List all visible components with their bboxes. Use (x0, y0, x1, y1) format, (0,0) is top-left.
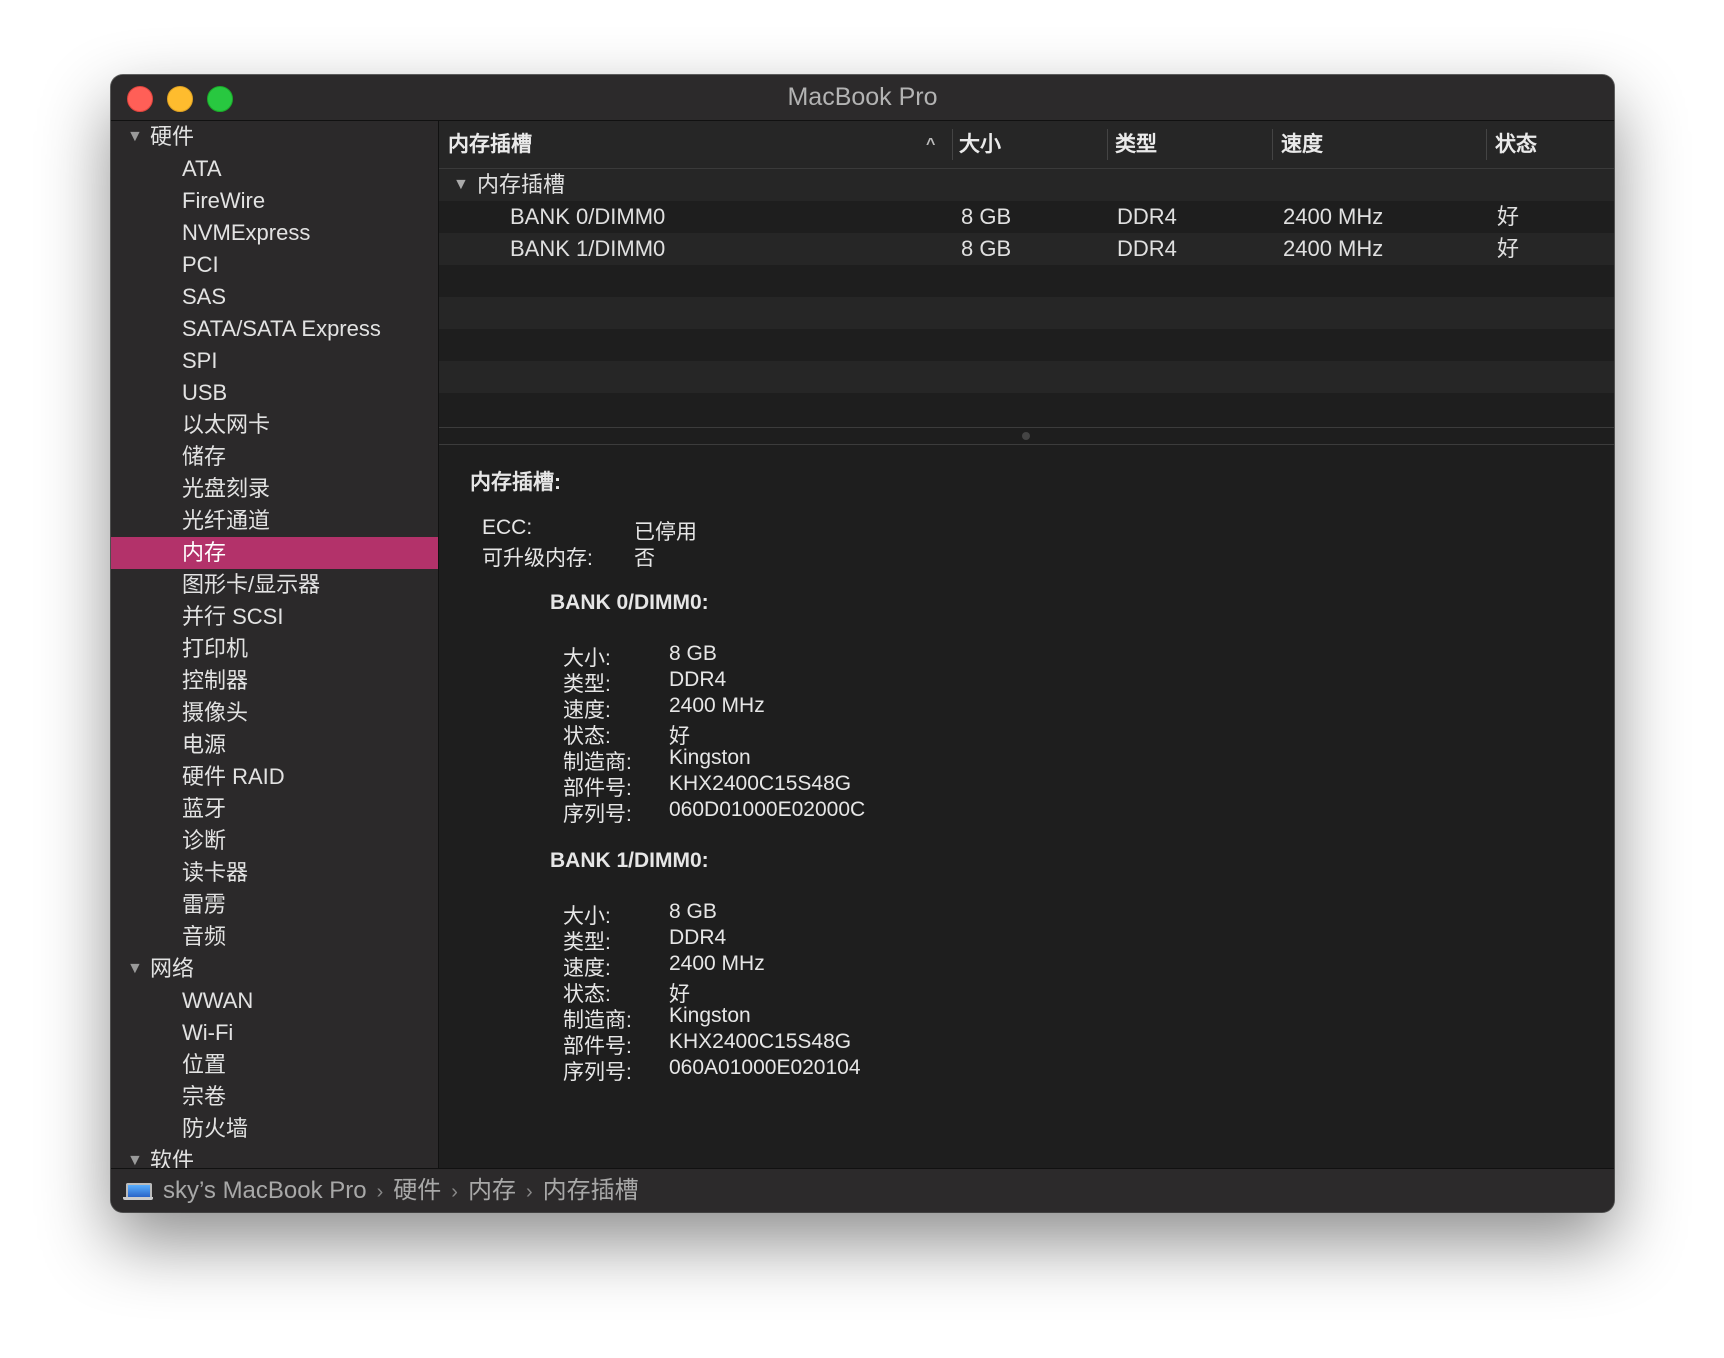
window-title: MacBook Pro (787, 83, 938, 111)
bank0-part-value: KHX2400C15S48G (669, 772, 852, 795)
bank1-size-value: 8 GB (669, 900, 717, 923)
sidebar-item-wifi[interactable]: Wi-Fi (111, 1017, 438, 1049)
bank1-speed-value: 2400 MHz (669, 952, 765, 975)
sidebar-item-firewire[interactable]: FireWire (111, 185, 438, 217)
detail-pane: 内存插槽: ECC: 已停用 可升级内存: 否 BANK 0/DIMM0: 大小… (439, 445, 1614, 1168)
upgradeable-value: 否 (634, 547, 655, 570)
system-information-window: MacBook Pro ▼ 硬件 ATA FireWire NVMExpress… (111, 75, 1614, 1212)
breadcrumb-hardware[interactable]: 硬件 (393, 1177, 441, 1204)
column-separator (952, 129, 953, 160)
disclosure-triangle-icon[interactable]: ▼ (127, 1145, 143, 1168)
sidebar-item-storage[interactable]: 储存 (111, 441, 438, 473)
sidebar-item-locations[interactable]: 位置 (111, 1049, 438, 1081)
path-bar: sky’s MacBook Pro › 硬件 › 内存 › 内存插槽 (111, 1168, 1614, 1212)
bank1-title: BANK 1/DIMM0: (550, 849, 709, 872)
table-row[interactable]: BANK 1/DIMM0 8 GB DDR4 2400 MHz 好 (439, 233, 1614, 265)
bank1-type-value: DDR4 (669, 926, 727, 949)
sidebar-item-memory[interactable]: 内存 (111, 537, 438, 569)
column-separator (1486, 129, 1487, 160)
sidebar-item-thunderbolt[interactable]: 雷雳 (111, 889, 438, 921)
sidebar[interactable]: ▼ 硬件 ATA FireWire NVMExpress PCI SAS SAT… (111, 121, 439, 1168)
sidebar-item-disc-burning[interactable]: 光盘刻录 (111, 473, 438, 505)
sidebar-item-diagnostics[interactable]: 诊断 (111, 825, 438, 857)
sidebar-item-usb[interactable]: USB (111, 377, 438, 409)
breadcrumb-computer[interactable]: sky’s MacBook Pro (163, 1177, 367, 1204)
sidebar-item-hardware-raid[interactable]: 硬件 RAID (111, 761, 438, 793)
table-empty-row (439, 297, 1614, 329)
column-header-size[interactable]: 大小 (959, 121, 1001, 168)
bank1-manufacturer-value: Kingston (669, 1004, 751, 1027)
sidebar-item-printers[interactable]: 打印机 (111, 633, 438, 665)
bank0-title: BANK 0/DIMM0: (550, 591, 709, 614)
sidebar-item-sata[interactable]: SATA/SATA Express (111, 313, 438, 345)
sidebar-item-volumes[interactable]: 宗卷 (111, 1081, 438, 1113)
drag-handle-icon[interactable] (1022, 432, 1030, 440)
bank1-part-value: KHX2400C15S48G (669, 1030, 852, 1053)
sidebar-item-audio[interactable]: 音频 (111, 921, 438, 953)
bank1-serial-value: 060A01000E020104 (669, 1056, 861, 1079)
bank0-serial-value: 060D01000E02000C (669, 798, 866, 821)
sidebar-group-hardware[interactable]: ▼ 硬件 (111, 121, 438, 153)
laptop-base-icon (123, 1197, 153, 1200)
table-empty-row (439, 393, 1614, 425)
breadcrumb-memory[interactable]: 内存 (468, 1177, 516, 1204)
bank0-speed-value: 2400 MHz (669, 694, 765, 717)
bank0-manufacturer-value: Kingston (669, 746, 751, 769)
table-empty-row (439, 329, 1614, 361)
chevron-right-icon: › (525, 1181, 533, 1203)
table-header: 内存插槽 ^ 大小 类型 速度 状态 (439, 121, 1614, 169)
column-separator (1107, 129, 1108, 160)
disclosure-triangle-icon[interactable]: ▼ (453, 169, 469, 201)
bank1-serial-label: 序列号: (563, 1061, 632, 1084)
sidebar-item-ethernet[interactable]: 以太网卡 (111, 409, 438, 441)
sidebar-item-power[interactable]: 电源 (111, 729, 438, 761)
chevron-right-icon: › (451, 1181, 458, 1203)
sidebar-item-bluetooth[interactable]: 蓝牙 (111, 793, 438, 825)
sidebar-item-ata[interactable]: ATA (111, 153, 438, 185)
sidebar-group-software[interactable]: ▼ 软件 (111, 1145, 438, 1168)
column-header-slot[interactable]: 内存插槽 (448, 121, 532, 168)
table-empty-row (439, 361, 1614, 393)
upgradeable-label: 可升级内存: (482, 547, 593, 570)
sidebar-item-controller[interactable]: 控制器 (111, 665, 438, 697)
sidebar-item-sas[interactable]: SAS (111, 281, 438, 313)
column-header-status[interactable]: 状态 (1495, 121, 1537, 168)
column-header-speed[interactable]: 速度 (1281, 121, 1323, 168)
table-group-row[interactable]: ▼ 内存插槽 (439, 169, 1614, 201)
sidebar-item-firewall[interactable]: 防火墙 (111, 1113, 438, 1145)
split-view-divider[interactable] (439, 427, 1614, 445)
disclosure-triangle-icon[interactable]: ▼ (127, 121, 143, 153)
sidebar-item-fibre-channel[interactable]: 光纤通道 (111, 505, 438, 537)
bank0-size-value: 8 GB (669, 642, 717, 665)
sort-ascending-icon[interactable]: ^ (926, 121, 935, 168)
sidebar-item-camera[interactable]: 摄像头 (111, 697, 438, 729)
table-empty-row (439, 265, 1614, 297)
breadcrumb: sky’s MacBook Pro › 硬件 › 内存 › 内存插槽 (163, 1169, 639, 1212)
ecc-label: ECC: (482, 516, 533, 539)
main-content: 内存插槽 ^ 大小 类型 速度 状态 ▼ 内存插槽 BANK 0/DIMM0 8… (439, 121, 1614, 1168)
sidebar-group-network[interactable]: ▼ 网络 (111, 953, 438, 985)
sidebar-item-card-reader[interactable]: 读卡器 (111, 857, 438, 889)
disclosure-triangle-icon[interactable]: ▼ (127, 953, 143, 985)
bank0-type-value: DDR4 (669, 668, 727, 691)
table-row[interactable]: BANK 0/DIMM0 8 GB DDR4 2400 MHz 好 (439, 201, 1614, 233)
sidebar-item-parallel-scsi[interactable]: 并行 SCSI (111, 601, 438, 633)
chevron-right-icon: › (376, 1181, 384, 1203)
column-header-type[interactable]: 类型 (1115, 121, 1157, 168)
sidebar-item-pci[interactable]: PCI (111, 249, 438, 281)
detail-heading: 内存插槽: (470, 471, 561, 494)
laptop-icon (126, 1183, 152, 1197)
breadcrumb-memory-slots[interactable]: 内存插槽 (543, 1177, 639, 1204)
sidebar-item-nvmexpress[interactable]: NVMExpress (111, 217, 438, 249)
sidebar-item-graphics[interactable]: 图形卡/显示器 (111, 569, 438, 601)
column-separator (1272, 129, 1273, 160)
bank0-serial-label: 序列号: (563, 803, 632, 826)
sidebar-item-wwan[interactable]: WWAN (111, 985, 438, 1017)
sidebar-item-spi[interactable]: SPI (111, 345, 438, 377)
title-bar: MacBook Pro (111, 75, 1614, 121)
